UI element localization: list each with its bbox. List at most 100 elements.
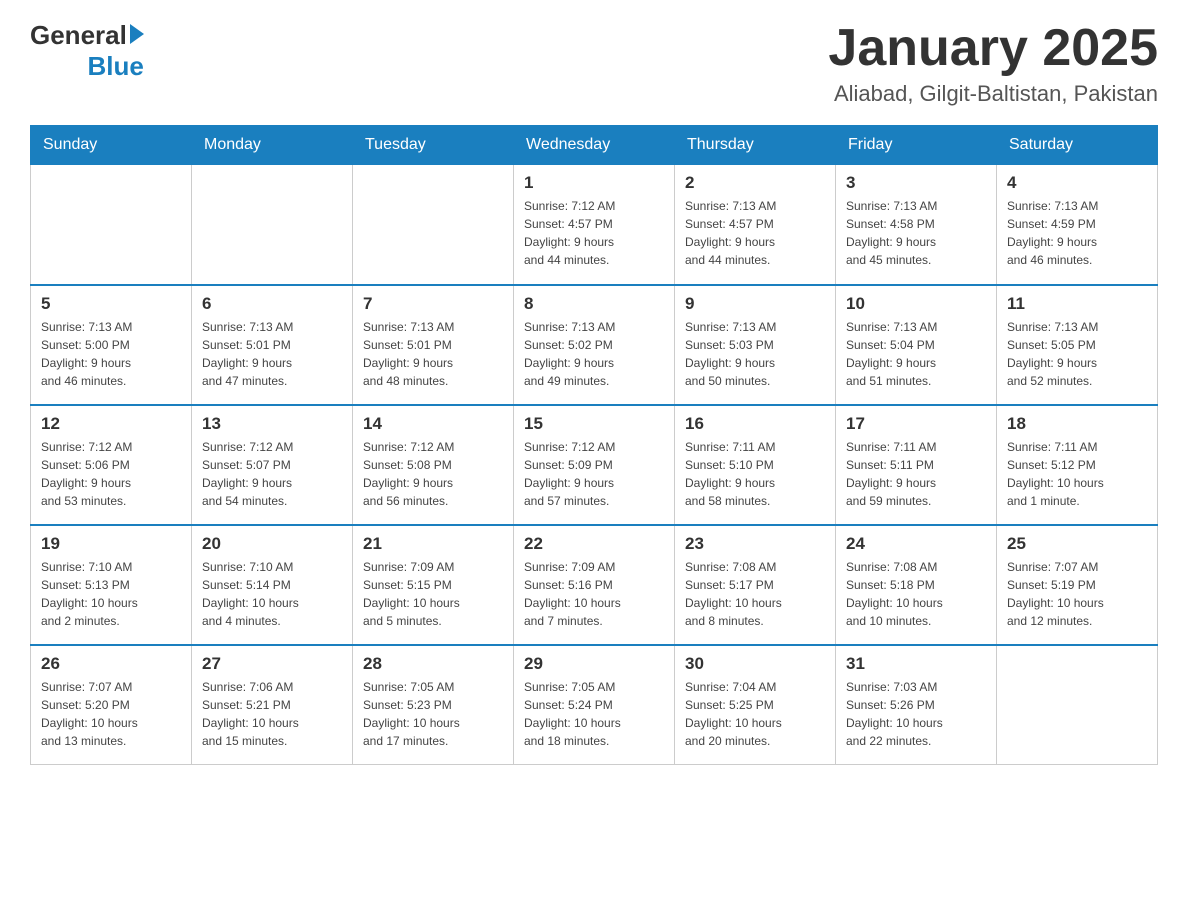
calendar-cell: 2 Sunrise: 7:13 AM Sunset: 4:57 PM Daylig…	[675, 165, 836, 285]
calendar-cell	[31, 165, 192, 285]
day-info: Sunrise: 7:12 AM Sunset: 5:08 PM Dayligh…	[363, 438, 503, 510]
day-info: Sunrise: 7:13 AM Sunset: 4:57 PM Dayligh…	[685, 197, 825, 269]
calendar-cell: 27 Sunrise: 7:06 AM Sunset: 5:21 PM Dayli…	[192, 645, 353, 765]
col-header-sunday: Sunday	[31, 126, 192, 165]
calendar-cell: 14 Sunrise: 7:12 AM Sunset: 5:08 PM Dayli…	[353, 405, 514, 525]
day-number: 24	[846, 534, 986, 554]
day-info: Sunrise: 7:09 AM Sunset: 5:16 PM Dayligh…	[524, 558, 664, 630]
calendar-cell	[192, 165, 353, 285]
day-number: 6	[202, 294, 342, 314]
day-info: Sunrise: 7:06 AM Sunset: 5:21 PM Dayligh…	[202, 678, 342, 750]
day-info: Sunrise: 7:11 AM Sunset: 5:11 PM Dayligh…	[846, 438, 986, 510]
calendar-week-row: 5 Sunrise: 7:13 AM Sunset: 5:00 PM Daylig…	[31, 285, 1158, 405]
calendar-cell: 28Sunrise: 7:05 AM Sunset: 5:23 PM Dayli…	[353, 645, 514, 765]
calendar-week-row: 26Sunrise: 7:07 AM Sunset: 5:20 PM Dayli…	[31, 645, 1158, 765]
title-area: January 2025 Aliabad, Gilgit-Baltistan, …	[828, 20, 1158, 107]
calendar-cell: 12 Sunrise: 7:12 AM Sunset: 5:06 PM Dayli…	[31, 405, 192, 525]
calendar-header-row: SundayMondayTuesdayWednesdayThursdayFrid…	[31, 126, 1158, 165]
day-info: Sunrise: 7:13 AM Sunset: 5:01 PM Dayligh…	[202, 318, 342, 390]
calendar-cell	[353, 165, 514, 285]
calendar-week-row: 12 Sunrise: 7:12 AM Sunset: 5:06 PM Dayli…	[31, 405, 1158, 525]
calendar-cell: 26Sunrise: 7:07 AM Sunset: 5:20 PM Dayli…	[31, 645, 192, 765]
day-number: 17	[846, 414, 986, 434]
calendar-cell: 18 Sunrise: 7:11 AM Sunset: 5:12 PM Dayli…	[997, 405, 1158, 525]
day-info: Sunrise: 7:11 AM Sunset: 5:12 PM Dayligh…	[1007, 438, 1147, 510]
calendar-cell: 19 Sunrise: 7:10 AM Sunset: 5:13 PM Dayli…	[31, 525, 192, 645]
day-number: 16	[685, 414, 825, 434]
day-number: 14	[363, 414, 503, 434]
day-info: Sunrise: 7:08 AM Sunset: 5:17 PM Dayligh…	[685, 558, 825, 630]
day-number: 19	[41, 534, 181, 554]
day-info: Sunrise: 7:13 AM Sunset: 4:59 PM Dayligh…	[1007, 197, 1147, 269]
day-info: Sunrise: 7:12 AM Sunset: 4:57 PM Dayligh…	[524, 197, 664, 269]
day-info: Sunrise: 7:12 AM Sunset: 5:09 PM Dayligh…	[524, 438, 664, 510]
day-info: Sunrise: 7:05 AM Sunset: 5:24 PM Dayligh…	[524, 678, 664, 750]
calendar-cell: 3Sunrise: 7:13 AM Sunset: 4:58 PM Daylig…	[836, 165, 997, 285]
day-number: 15	[524, 414, 664, 434]
calendar-table: SundayMondayTuesdayWednesdayThursdayFrid…	[30, 125, 1158, 765]
col-header-saturday: Saturday	[997, 126, 1158, 165]
calendar-cell: 20Sunrise: 7:10 AM Sunset: 5:14 PM Dayli…	[192, 525, 353, 645]
day-info: Sunrise: 7:07 AM Sunset: 5:19 PM Dayligh…	[1007, 558, 1147, 630]
day-number: 5	[41, 294, 181, 314]
month-title: January 2025	[828, 20, 1158, 77]
col-header-friday: Friday	[836, 126, 997, 165]
col-header-monday: Monday	[192, 126, 353, 165]
day-info: Sunrise: 7:13 AM Sunset: 5:03 PM Dayligh…	[685, 318, 825, 390]
calendar-cell: 29Sunrise: 7:05 AM Sunset: 5:24 PM Dayli…	[514, 645, 675, 765]
day-info: Sunrise: 7:05 AM Sunset: 5:23 PM Dayligh…	[363, 678, 503, 750]
day-number: 2	[685, 173, 825, 193]
day-info: Sunrise: 7:13 AM Sunset: 5:02 PM Dayligh…	[524, 318, 664, 390]
calendar-cell: 17 Sunrise: 7:11 AM Sunset: 5:11 PM Dayli…	[836, 405, 997, 525]
calendar-cell: 4 Sunrise: 7:13 AM Sunset: 4:59 PM Daylig…	[997, 165, 1158, 285]
day-number: 9	[685, 294, 825, 314]
day-number: 7	[363, 294, 503, 314]
calendar-cell: 16Sunrise: 7:11 AM Sunset: 5:10 PM Dayli…	[675, 405, 836, 525]
day-info: Sunrise: 7:12 AM Sunset: 5:07 PM Dayligh…	[202, 438, 342, 510]
header: General Blue January 2025 Aliabad, Gilgi…	[30, 20, 1158, 107]
logo-general-text: General	[30, 20, 127, 51]
day-info: Sunrise: 7:10 AM Sunset: 5:13 PM Dayligh…	[41, 558, 181, 630]
day-number: 26	[41, 654, 181, 674]
calendar-cell: 1Sunrise: 7:12 AM Sunset: 4:57 PM Daylig…	[514, 165, 675, 285]
day-info: Sunrise: 7:10 AM Sunset: 5:14 PM Dayligh…	[202, 558, 342, 630]
day-info: Sunrise: 7:08 AM Sunset: 5:18 PM Dayligh…	[846, 558, 986, 630]
day-number: 30	[685, 654, 825, 674]
calendar-week-row: 19 Sunrise: 7:10 AM Sunset: 5:13 PM Dayli…	[31, 525, 1158, 645]
calendar-cell: 21 Sunrise: 7:09 AM Sunset: 5:15 PM Dayli…	[353, 525, 514, 645]
day-number: 3	[846, 173, 986, 193]
day-number: 4	[1007, 173, 1147, 193]
calendar-cell: 30Sunrise: 7:04 AM Sunset: 5:25 PM Dayli…	[675, 645, 836, 765]
day-number: 27	[202, 654, 342, 674]
day-number: 31	[846, 654, 986, 674]
day-number: 13	[202, 414, 342, 434]
calendar-cell: 25 Sunrise: 7:07 AM Sunset: 5:19 PM Dayli…	[997, 525, 1158, 645]
calendar-cell: 7 Sunrise: 7:13 AM Sunset: 5:01 PM Daylig…	[353, 285, 514, 405]
calendar-cell: 24 Sunrise: 7:08 AM Sunset: 5:18 PM Dayli…	[836, 525, 997, 645]
calendar-week-row: 1Sunrise: 7:12 AM Sunset: 4:57 PM Daylig…	[31, 165, 1158, 285]
day-info: Sunrise: 7:13 AM Sunset: 5:04 PM Dayligh…	[846, 318, 986, 390]
calendar-cell: 23Sunrise: 7:08 AM Sunset: 5:17 PM Dayli…	[675, 525, 836, 645]
calendar-cell: 11Sunrise: 7:13 AM Sunset: 5:05 PM Dayli…	[997, 285, 1158, 405]
day-info: Sunrise: 7:13 AM Sunset: 5:00 PM Dayligh…	[41, 318, 181, 390]
calendar-cell: 10 Sunrise: 7:13 AM Sunset: 5:04 PM Dayli…	[836, 285, 997, 405]
logo-triangle-icon	[130, 24, 144, 44]
day-info: Sunrise: 7:09 AM Sunset: 5:15 PM Dayligh…	[363, 558, 503, 630]
day-info: Sunrise: 7:13 AM Sunset: 5:01 PM Dayligh…	[363, 318, 503, 390]
calendar-cell: 13 Sunrise: 7:12 AM Sunset: 5:07 PM Dayli…	[192, 405, 353, 525]
day-number: 25	[1007, 534, 1147, 554]
day-number: 10	[846, 294, 986, 314]
day-number: 21	[363, 534, 503, 554]
day-number: 11	[1007, 294, 1147, 314]
col-header-tuesday: Tuesday	[353, 126, 514, 165]
day-number: 12	[41, 414, 181, 434]
calendar-cell: 6 Sunrise: 7:13 AM Sunset: 5:01 PM Daylig…	[192, 285, 353, 405]
day-number: 18	[1007, 414, 1147, 434]
day-info: Sunrise: 7:12 AM Sunset: 5:06 PM Dayligh…	[41, 438, 181, 510]
calendar-cell: 9 Sunrise: 7:13 AM Sunset: 5:03 PM Daylig…	[675, 285, 836, 405]
location-title: Aliabad, Gilgit-Baltistan, Pakistan	[828, 81, 1158, 107]
calendar-cell	[997, 645, 1158, 765]
col-header-wednesday: Wednesday	[514, 126, 675, 165]
day-info: Sunrise: 7:03 AM Sunset: 5:26 PM Dayligh…	[846, 678, 986, 750]
logo: General Blue	[30, 20, 144, 82]
